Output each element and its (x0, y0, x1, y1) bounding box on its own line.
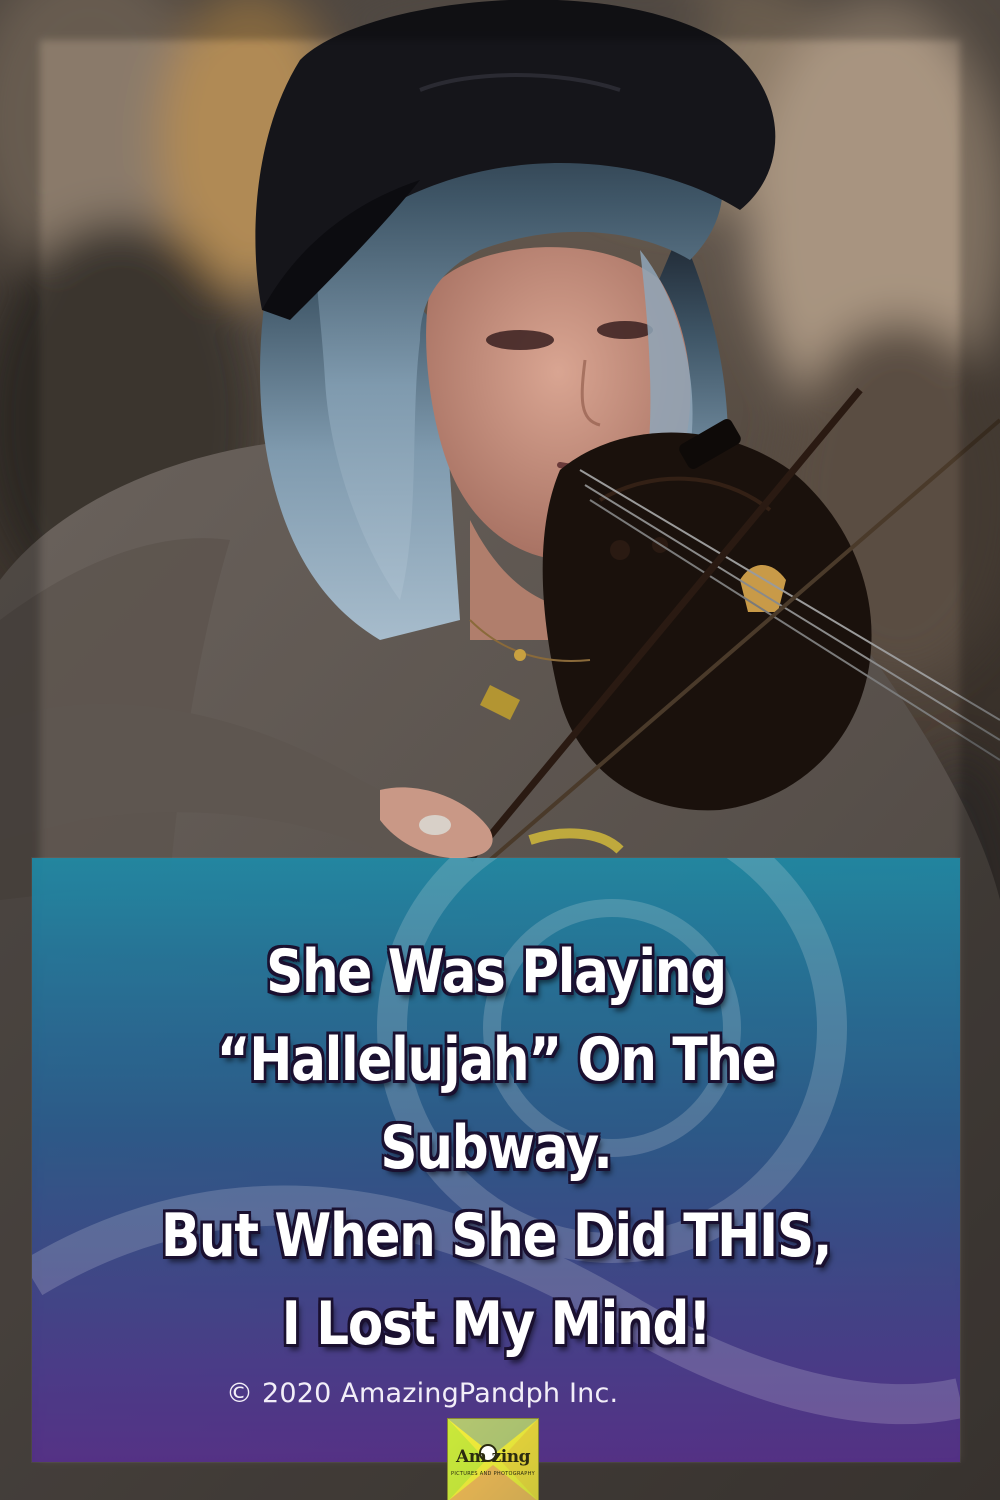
logo-wordmark: Am zing (456, 1447, 530, 1467)
headline-line-2: “Hallelujah” On The Subway. (216, 1025, 777, 1183)
headline-line-4: I Lost My Mind! (281, 1289, 712, 1359)
logo-tagline: PICTURES AND PHOTOGRAPHY (451, 1471, 535, 1477)
headline: She Was Playing “Hallelujah” On The Subw… (32, 928, 960, 1368)
copyright-text: © 2020 AmazingPandph Inc. (226, 1378, 619, 1409)
headline-line-3: But When She Did THIS, (160, 1201, 833, 1271)
amazing-logo: Am zing PICTURES AND PHOTOGRAPHY (447, 1418, 539, 1500)
pin-card: She Was Playing “Hallelujah” On The Subw… (0, 0, 1000, 1500)
headline-line-1: She Was Playing (266, 937, 727, 1007)
